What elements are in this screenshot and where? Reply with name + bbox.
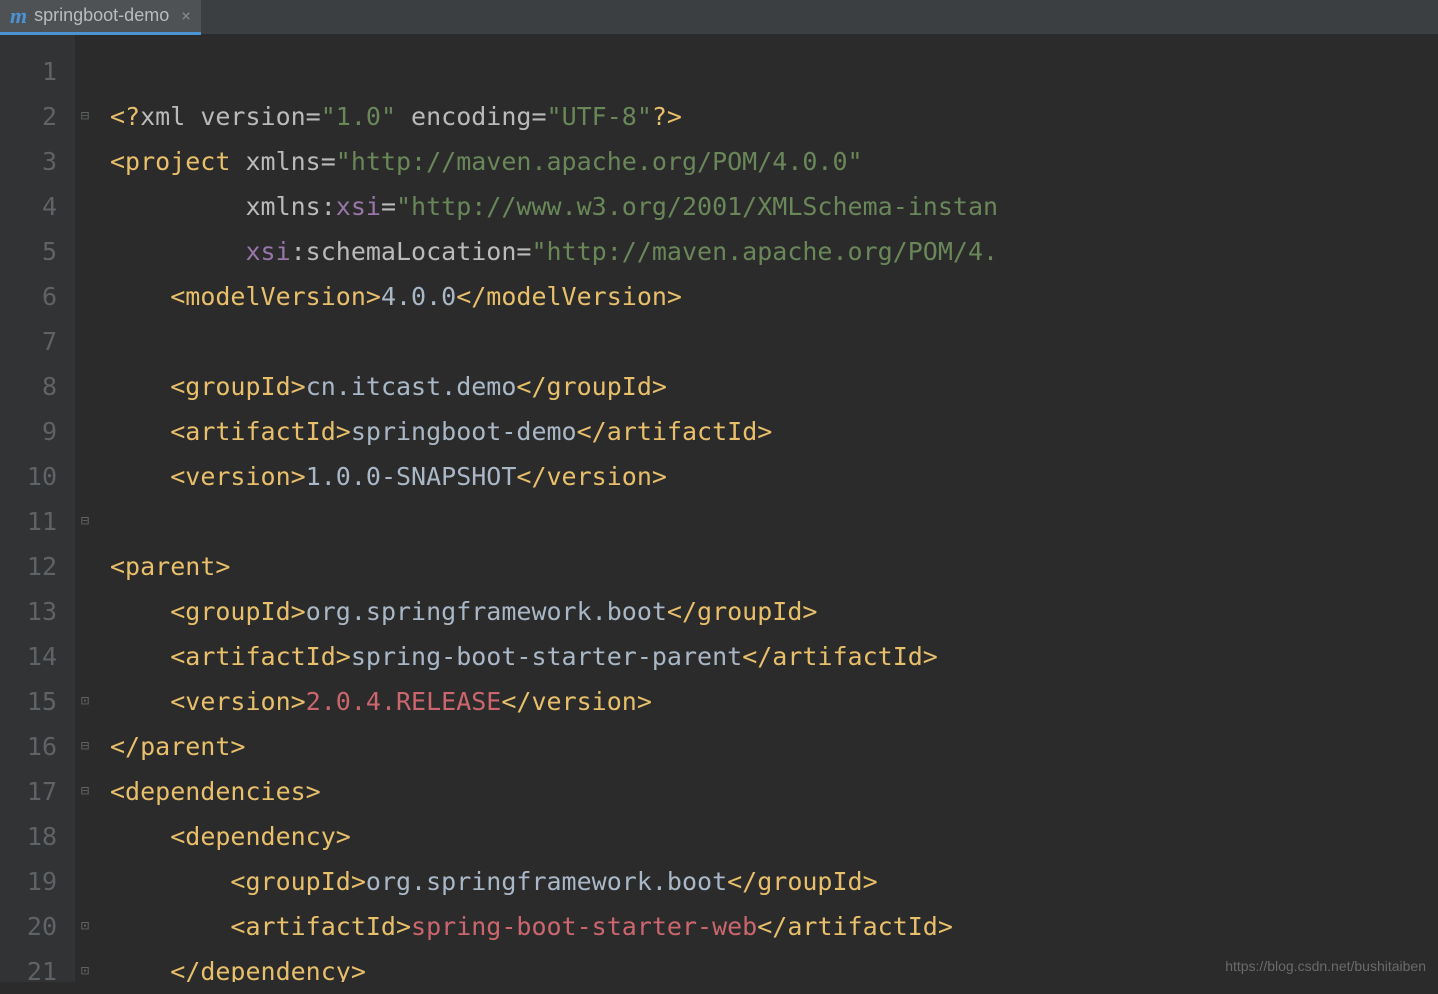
fold-marker	[75, 634, 95, 679]
fold-marker	[75, 49, 95, 94]
fold-marker	[75, 184, 95, 229]
tab-bar: m springboot-demo ×	[0, 0, 1438, 35]
line-number: 10	[0, 454, 57, 499]
maven-icon: m	[10, 3, 27, 29]
fold-marker	[75, 229, 95, 274]
line-number-gutter: 1 2 3 4 5 6 7 8 9 10 11 12 13 14 15 16 1…	[0, 35, 75, 982]
line-number: 13	[0, 589, 57, 634]
fold-marker	[75, 544, 95, 589]
code-line: <groupId>org.springframework.boot</group…	[110, 589, 1438, 634]
line-number: 3	[0, 139, 57, 184]
code-line	[110, 499, 1438, 544]
fold-marker	[75, 139, 95, 184]
line-number: 8	[0, 364, 57, 409]
code-line: xsi:schemaLocation="http://maven.apache.…	[110, 229, 1438, 274]
code-area[interactable]: <?xml version="1.0" encoding="UTF-8"?><p…	[95, 35, 1438, 982]
fold-marker	[75, 859, 95, 904]
code-line: <dependencies>	[110, 769, 1438, 814]
code-line	[110, 319, 1438, 364]
fold-marker	[75, 589, 95, 634]
line-number: 21	[0, 949, 57, 994]
line-number: 15	[0, 679, 57, 724]
fold-marker	[75, 814, 95, 859]
fold-marker[interactable]: ⊡	[75, 679, 95, 724]
fold-marker[interactable]: ⊟	[75, 499, 95, 544]
code-line: <artifactId>spring-boot-starter-web</art…	[110, 904, 1438, 949]
line-number: 20	[0, 904, 57, 949]
fold-marker[interactable]: ⊡	[75, 949, 95, 994]
code-line: <groupId>cn.itcast.demo</groupId>	[110, 364, 1438, 409]
code-line: <version>1.0.0-SNAPSHOT</version>	[110, 454, 1438, 499]
code-line: <modelVersion>4.0.0</modelVersion>	[110, 274, 1438, 319]
line-number: 2	[0, 94, 57, 139]
fold-marker[interactable]: ⊟	[75, 94, 95, 139]
code-line: xmlns:xsi="http://www.w3.org/2001/XMLSch…	[110, 184, 1438, 229]
fold-marker[interactable]: ⊟	[75, 769, 95, 814]
tab-springboot-demo[interactable]: m springboot-demo ×	[0, 0, 201, 35]
code-line: </parent>	[110, 724, 1438, 769]
fold-marker	[75, 319, 95, 364]
line-number: 17	[0, 769, 57, 814]
code-line: <dependency>	[110, 814, 1438, 859]
line-number: 1	[0, 49, 57, 94]
code-line: <parent>	[110, 544, 1438, 589]
code-line: <groupId>org.springframework.boot</group…	[110, 859, 1438, 904]
line-number: 9	[0, 409, 57, 454]
code-line: <?xml version="1.0" encoding="UTF-8"?>	[110, 94, 1438, 139]
fold-marker	[75, 364, 95, 409]
code-line: <project xmlns="http://maven.apache.org/…	[110, 139, 1438, 184]
fold-marker	[75, 409, 95, 454]
watermark: https://blog.csdn.net/bushitaiben	[1225, 958, 1426, 974]
fold-column: ⊟ ⊟ ⊡ ⊟ ⊟ ⊡ ⊡	[75, 35, 95, 982]
line-number: 18	[0, 814, 57, 859]
line-number: 12	[0, 544, 57, 589]
fold-marker	[75, 274, 95, 319]
close-icon[interactable]: ×	[181, 6, 191, 25]
fold-marker[interactable]: ⊡	[75, 904, 95, 949]
code-line: <artifactId>springboot-demo</artifactId>	[110, 409, 1438, 454]
tab-label: springboot-demo	[34, 5, 169, 26]
code-line: <artifactId>spring-boot-starter-parent</…	[110, 634, 1438, 679]
line-number: 19	[0, 859, 57, 904]
line-number: 11	[0, 499, 57, 544]
line-number: 14	[0, 634, 57, 679]
line-number: 5	[0, 229, 57, 274]
line-number: 16	[0, 724, 57, 769]
line-number: 4	[0, 184, 57, 229]
line-number: 6	[0, 274, 57, 319]
line-number: 7	[0, 319, 57, 364]
fold-marker	[75, 454, 95, 499]
fold-marker[interactable]: ⊟	[75, 724, 95, 769]
code-line: <version>2.0.4.RELEASE</version>	[110, 679, 1438, 724]
editor: 1 2 3 4 5 6 7 8 9 10 11 12 13 14 15 16 1…	[0, 35, 1438, 982]
